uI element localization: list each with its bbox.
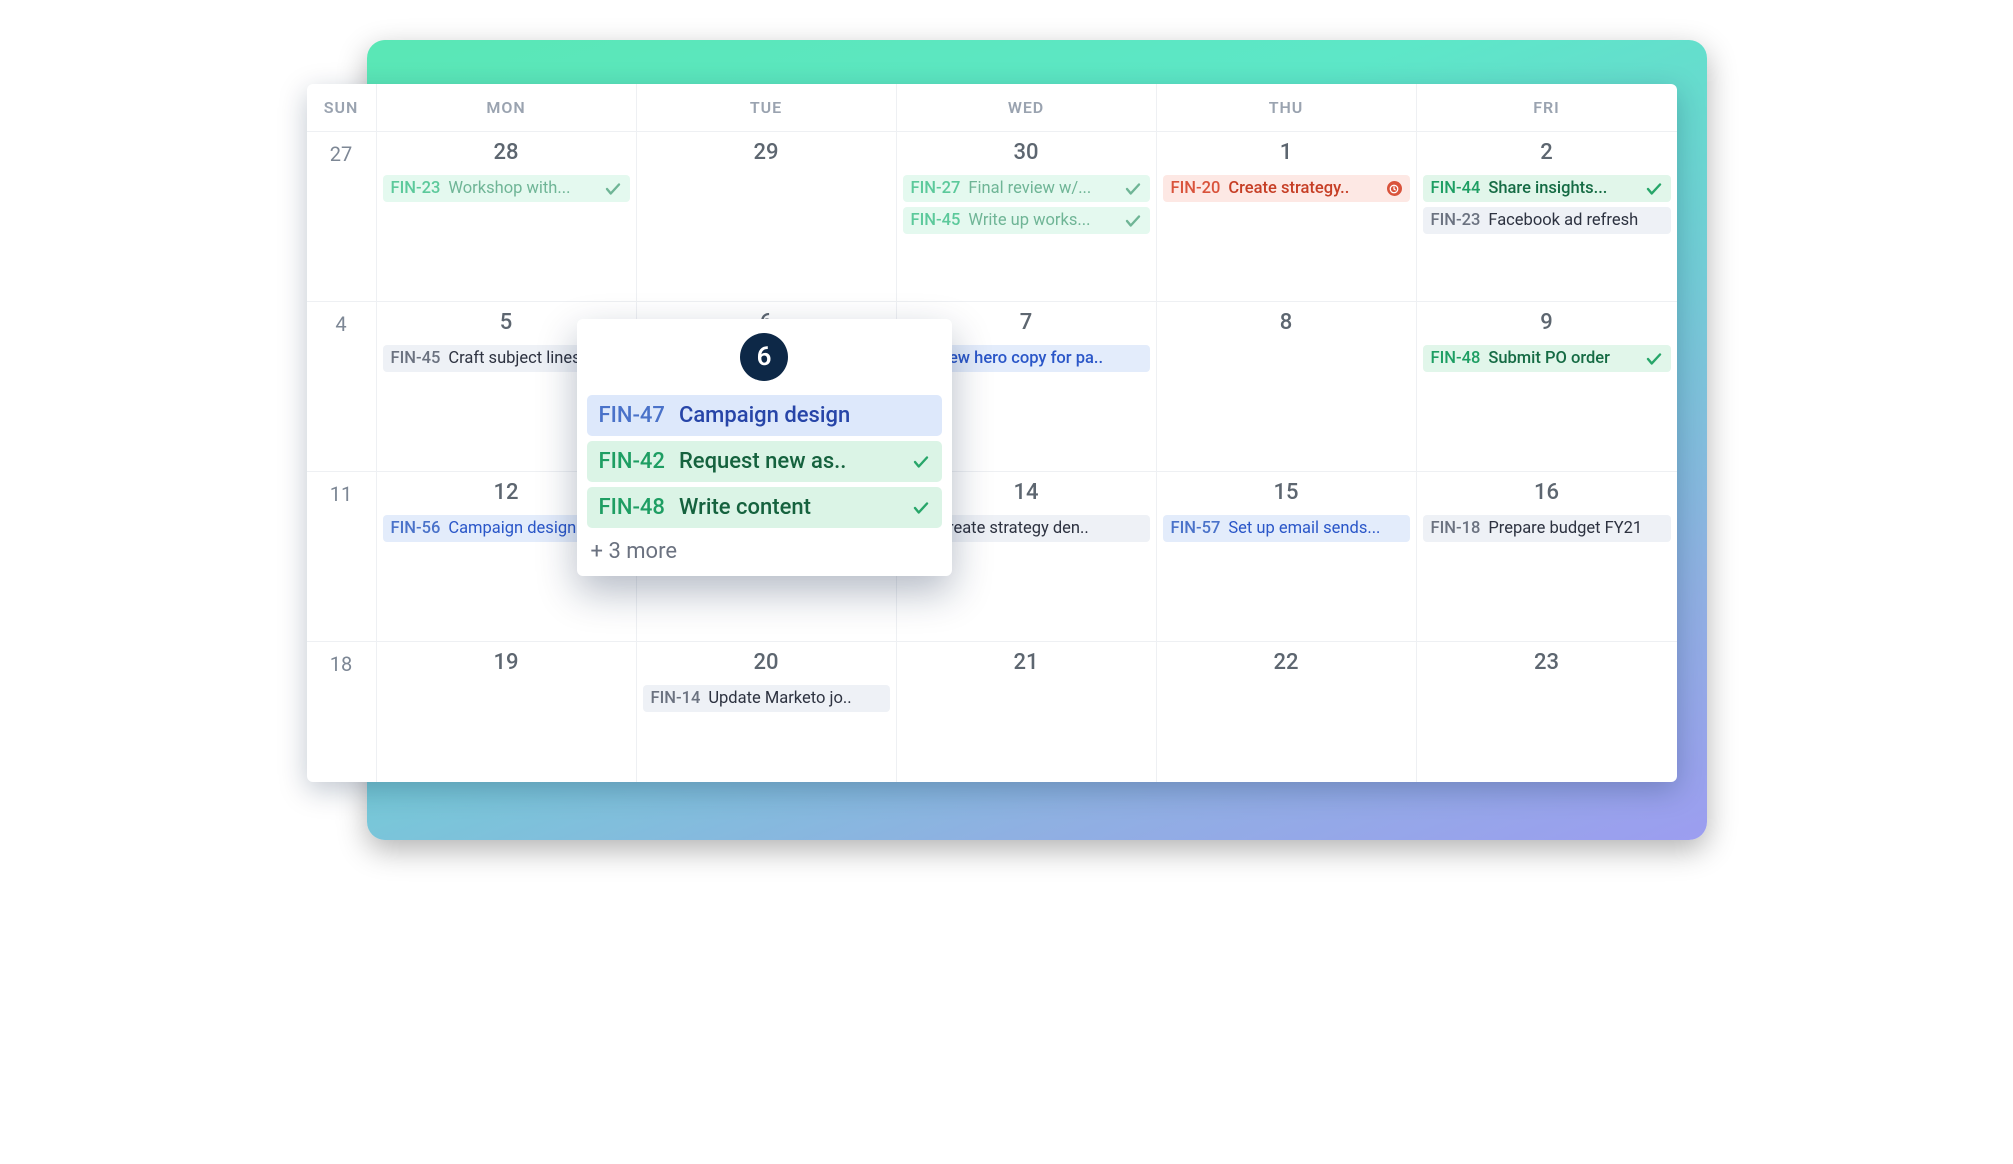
task-title: Facebook ad refresh <box>1488 211 1662 230</box>
day-cell[interactable]: 9 FIN-48 Submit PO order <box>1417 302 1677 471</box>
calendar-panel: SUNMONTUEWEDTHUFRI 2728FIN-23Workshop wi… <box>307 84 1677 782</box>
task-key: FIN-23 <box>1431 211 1481 230</box>
day-cell[interactable]: 8 <box>1157 302 1417 471</box>
task-key: FIN-45 <box>911 211 961 230</box>
task-chip[interactable]: FIN-23 Workshop with... <box>383 175 630 202</box>
date-number: 20 <box>643 650 890 675</box>
popover-task[interactable]: FIN-47 Campaign design <box>587 395 942 436</box>
weekday-header: WED <box>897 84 1157 131</box>
date-number: 28 <box>383 140 630 165</box>
task-title: Share insights... <box>1488 179 1636 198</box>
day-cell[interactable]: 15 FIN-57 Set up email sends... <box>1157 472 1417 641</box>
check-icon <box>604 180 622 198</box>
task-key: FIN-42 <box>599 449 665 474</box>
task-chip[interactable]: FIN-14 Update Marketo jo.. <box>643 685 890 712</box>
task-title: Final review w/... <box>968 179 1115 198</box>
task-key: FIN-45 <box>391 349 441 368</box>
task-chip[interactable]: FIN-23 Facebook ad refresh <box>1423 207 1671 234</box>
task-title: Set up email sends... <box>1228 519 1401 538</box>
task-chip[interactable]: FIN-27 Final review w/... <box>903 175 1150 202</box>
task-key: FIN-44 <box>1431 179 1481 198</box>
task-chip[interactable]: FIN-45 Write up works... <box>903 207 1150 234</box>
day-cell[interactable]: 28 FIN-23 Workshop with... <box>377 132 637 301</box>
task-key: FIN-23 <box>391 179 441 198</box>
date-number: 2 <box>1423 140 1671 165</box>
task-key: FIN-18 <box>1431 519 1481 538</box>
date-number: 21 <box>903 650 1150 675</box>
task-title: Submit PO order <box>1488 349 1636 368</box>
more-link[interactable]: + 3 more <box>587 533 942 564</box>
date-number: 15 <box>1163 480 1410 505</box>
day-cell[interactable]: 2 FIN-44 Share insights... FIN-23 Facebook a… <box>1417 132 1677 301</box>
task-title: Prepare budget FY21 <box>1488 519 1662 538</box>
calendar-header-row: SUNMONTUEWEDTHUFRI <box>307 84 1677 132</box>
task-title: Request new as.. <box>679 449 898 474</box>
task-title: Create strategy den.. <box>937 519 1141 538</box>
date-number: 23 <box>1423 650 1671 675</box>
task-key: FIN-57 <box>1171 519 1221 538</box>
date-number: 19 <box>383 650 630 675</box>
task-chip[interactable]: FIN-20 Create strategy.. <box>1163 175 1410 202</box>
date-number: 30 <box>903 140 1150 165</box>
day-popover: 6 FIN-47 Campaign design FIN-42 Request new… <box>577 319 952 576</box>
task-key: FIN-14 <box>651 689 701 708</box>
task-key: FIN-27 <box>911 179 961 198</box>
sunday-cell[interactable]: 11 <box>307 472 377 641</box>
task-chip[interactable]: FIN-44 Share insights... <box>1423 175 1671 202</box>
task-title: New hero copy for pa.. <box>937 349 1141 368</box>
date-number: 1 <box>1163 140 1410 165</box>
date-number: 8 <box>1163 310 1410 335</box>
task-title: Write up works... <box>968 211 1115 230</box>
date-number: 22 <box>1163 650 1410 675</box>
day-cell[interactable]: 19 <box>377 642 637 782</box>
task-key: FIN-47 <box>599 403 665 428</box>
day-cell[interactable]: 22 <box>1157 642 1417 782</box>
check-icon <box>912 453 930 471</box>
popover-task[interactable]: FIN-48 Write content <box>587 487 942 528</box>
task-chip[interactable]: FIN-57 Set up email sends... <box>1163 515 1410 542</box>
sunday-cell[interactable]: 18 <box>307 642 377 782</box>
task-key: FIN-48 <box>599 495 665 520</box>
task-key: FIN-48 <box>1431 349 1481 368</box>
check-icon <box>1645 350 1663 368</box>
task-title: Create strategy.. <box>1228 179 1378 198</box>
sunday-cell[interactable]: 27 <box>307 132 377 301</box>
task-title: Workshop with... <box>448 179 595 198</box>
date-number: 29 <box>643 140 890 165</box>
day-cell[interactable]: 21 <box>897 642 1157 782</box>
weekday-header: MON <box>377 84 637 131</box>
day-cell[interactable]: 23 <box>1417 642 1677 782</box>
check-icon <box>1124 180 1142 198</box>
sunday-cell[interactable]: 4 <box>307 302 377 471</box>
calendar-week: 45FIN-45Craft subject lines6727New hero … <box>307 302 1677 472</box>
task-chip[interactable]: FIN-18 Prepare budget FY21 <box>1423 515 1671 542</box>
calendar-week: 1819 20 FIN-14 Update Marketo jo.. 21 22 23 <box>307 642 1677 782</box>
calendar-week: 2728 FIN-23 Workshop with... 29 30 FIN-27 Fina… <box>307 132 1677 302</box>
day-cell[interactable]: 1 FIN-20 Create strategy.. <box>1157 132 1417 301</box>
check-icon <box>912 499 930 517</box>
check-icon <box>1124 212 1142 230</box>
weekday-header: TUE <box>637 84 897 131</box>
day-cell[interactable]: 20 FIN-14 Update Marketo jo.. <box>637 642 897 782</box>
calendar-week: 1112FIN-56Campaign design1414Create stra… <box>307 472 1677 642</box>
weekday-header: THU <box>1157 84 1417 131</box>
task-title: Update Marketo jo.. <box>708 689 881 708</box>
task-key: FIN-20 <box>1171 179 1221 198</box>
popover-date-circle: 6 <box>740 333 788 381</box>
task-title: Campaign design <box>679 403 930 428</box>
day-cell[interactable]: 16 FIN-18 Prepare budget FY21 <box>1417 472 1677 641</box>
weekday-header: SUN <box>307 84 377 131</box>
task-chip[interactable]: FIN-48 Submit PO order <box>1423 345 1671 372</box>
clock-icon <box>1387 181 1402 196</box>
task-title: Write content <box>679 495 898 520</box>
popover-task[interactable]: FIN-42 Request new as.. <box>587 441 942 482</box>
task-key: FIN-56 <box>391 519 441 538</box>
day-cell[interactable]: 29 <box>637 132 897 301</box>
date-number: 16 <box>1423 480 1671 505</box>
date-number: 9 <box>1423 310 1671 335</box>
check-icon <box>1645 180 1663 198</box>
weekday-header: FRI <box>1417 84 1677 131</box>
day-cell[interactable]: 30 FIN-27 Final review w/... FIN-45 Write up… <box>897 132 1157 301</box>
